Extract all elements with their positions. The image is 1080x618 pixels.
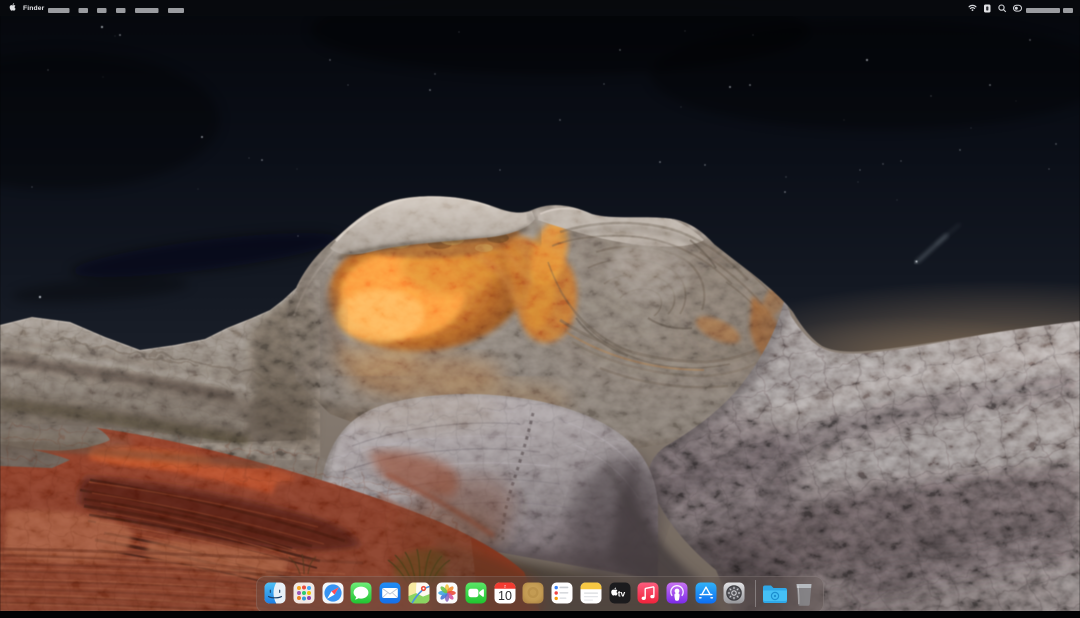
svg-text:10: 10 (498, 589, 512, 603)
svg-text:tv: tv (617, 588, 625, 598)
svg-text:2: 2 (504, 584, 506, 588)
